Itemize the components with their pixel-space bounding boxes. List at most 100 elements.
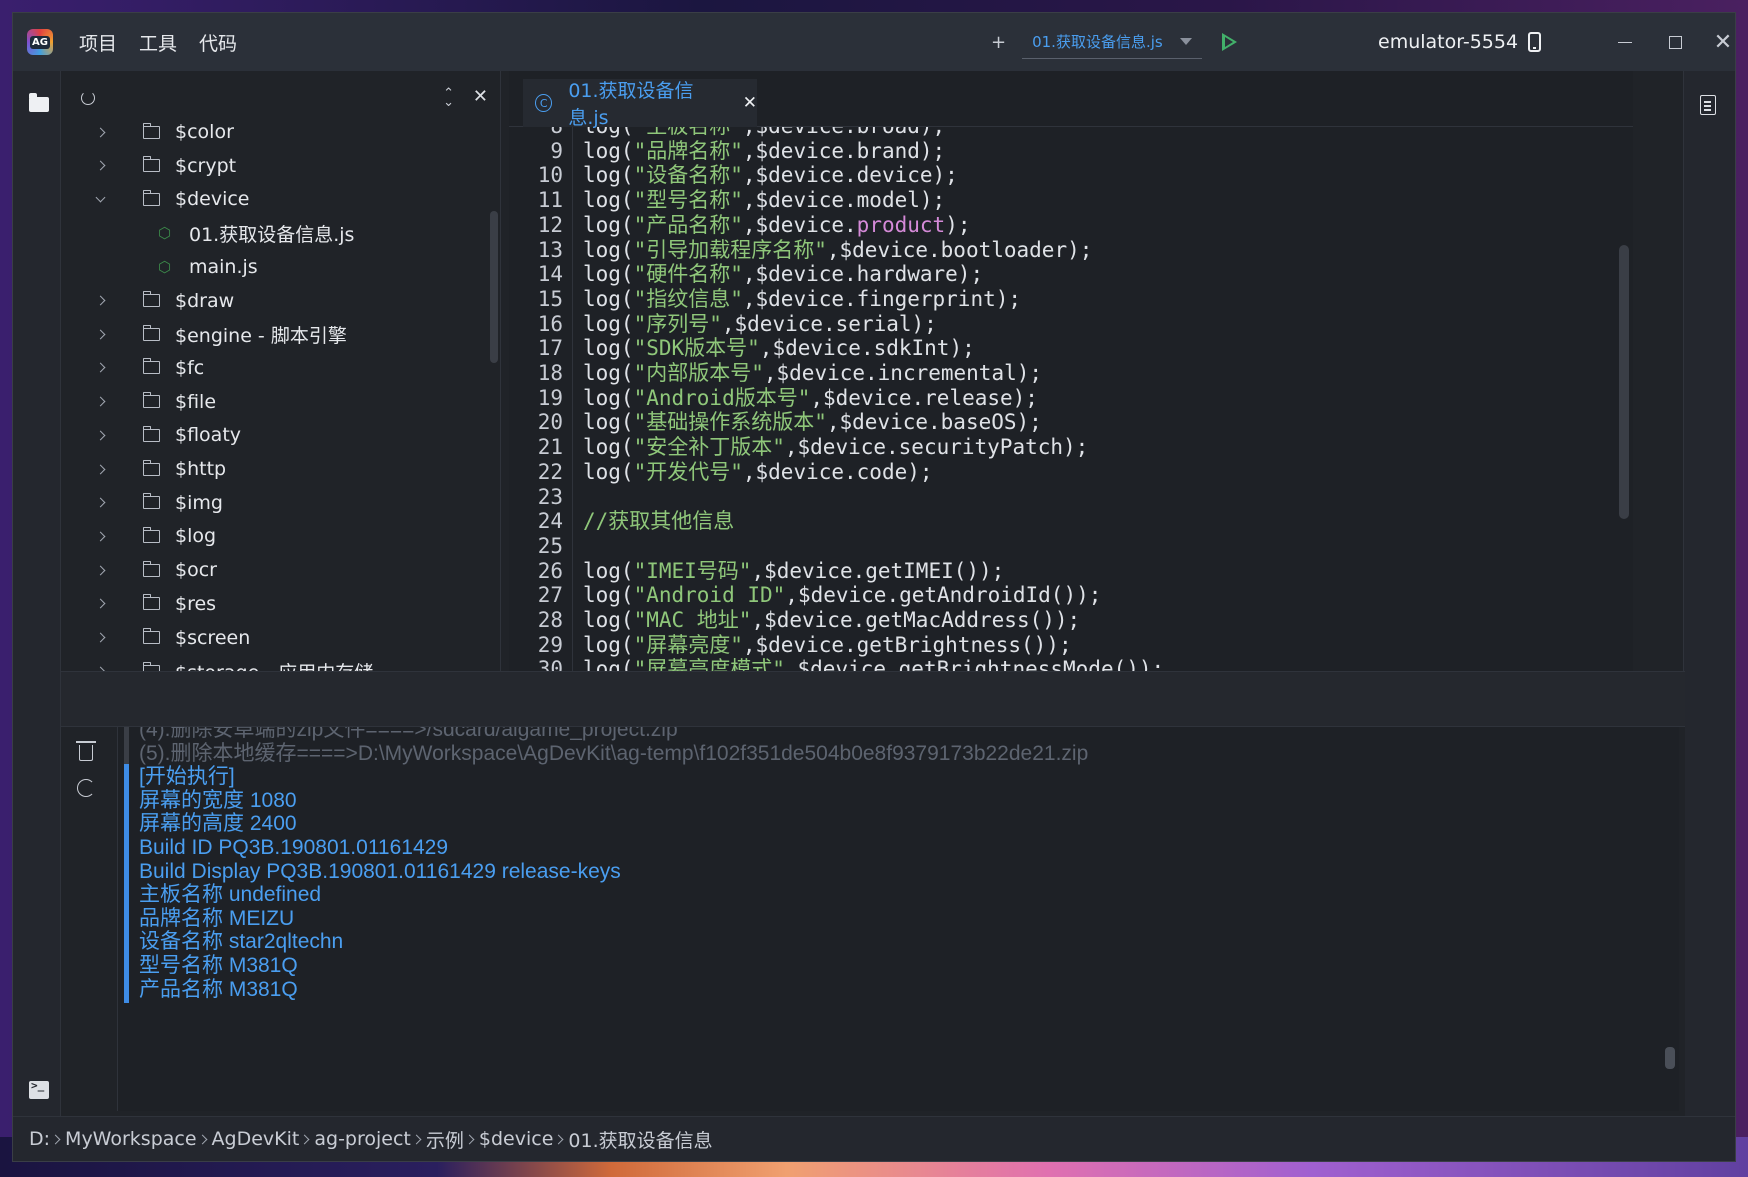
explorer-scrollbar[interactable]	[490, 211, 498, 363]
code-line: 24 //获取其他信息	[509, 508, 1609, 536]
app-logo-icon: AG	[27, 29, 53, 55]
console-scrollbar[interactable]	[1665, 1047, 1675, 1069]
line-number: 30	[537, 657, 563, 671]
chevron-right-icon[interactable]	[95, 598, 106, 609]
menu-tools[interactable]: 工具	[139, 29, 177, 56]
plus-icon[interactable]: +	[991, 32, 1006, 53]
chevron-right-icon[interactable]	[95, 362, 106, 373]
folder-row[interactable]: $log	[61, 519, 500, 553]
breadcrumb-item[interactable]: $device	[479, 1128, 554, 1150]
play-icon[interactable]	[1222, 33, 1238, 51]
breadcrumb-item[interactable]: 01.获取设备信息	[568, 1126, 712, 1153]
folder-row[interactable]: $floaty	[61, 418, 500, 452]
chevron-right-icon[interactable]	[95, 160, 106, 171]
device-selector[interactable]: emulator-5554	[1378, 13, 1542, 71]
collapse-all-icon[interactable]: ⌃ ⌄	[443, 87, 454, 109]
file-row[interactable]: ⬡ 01.获取设备信息.js	[61, 216, 500, 250]
folder-row[interactable]: $storage - 应用内存储	[61, 654, 500, 671]
log-line: 主板名称 undefined	[124, 882, 321, 909]
code-line: 12 log("产品名称",$device.product);	[509, 212, 1609, 240]
line-number: 19	[537, 385, 563, 410]
code-area[interactable]: 8log("主板名称",$device.broad);9log("品牌名称",$…	[509, 127, 1609, 671]
folder-row[interactable]: $ocr	[61, 553, 500, 587]
editor-scrollbar[interactable]	[1619, 245, 1629, 519]
code-text: //获取其他信息	[583, 508, 734, 536]
activity-bar-left	[13, 71, 61, 1118]
close-icon[interactable]: ✕	[743, 93, 757, 113]
folder-row[interactable]: $img	[61, 486, 500, 520]
chevron-right-icon[interactable]	[95, 329, 106, 340]
breadcrumb-item[interactable]: D:	[29, 1128, 50, 1150]
code-call: log(	[583, 237, 634, 262]
chevron-right-icon[interactable]	[95, 497, 106, 508]
line-number: 22	[537, 459, 563, 484]
reload-icon[interactable]	[77, 779, 95, 797]
code-line: 22 log("开发代号",$device.code);	[509, 459, 1609, 487]
menu-project[interactable]: 项目	[79, 29, 117, 56]
folder-row[interactable]: $file	[61, 385, 500, 419]
folder-row[interactable]: $fc	[61, 351, 500, 385]
breadcrumb-item[interactable]: ag-project	[314, 1128, 411, 1150]
tab-label: 01.获取设备信息.js	[568, 80, 694, 129]
chevron-right-icon[interactable]	[95, 127, 106, 137]
code-property: product	[856, 212, 946, 237]
chevron-right-icon[interactable]	[95, 464, 106, 474]
folder-row[interactable]: $color	[61, 115, 500, 149]
trash-icon[interactable]	[76, 741, 96, 761]
chevron-right-icon[interactable]	[95, 565, 106, 576]
line-number: 13	[537, 237, 563, 262]
chevron-right-icon[interactable]	[95, 295, 106, 306]
log-line: [开始执行]	[124, 764, 235, 791]
ide-window: AG 项目 工具 代码 + 01.获取设备信息.js emulator-5554…	[12, 12, 1736, 1162]
code-call: log(	[583, 311, 634, 336]
breadcrumb: D: MyWorkspace AgDevKit ag-project 示例 $device…	[13, 1116, 1735, 1161]
terminal-icon[interactable]	[29, 1079, 49, 1099]
folder-row[interactable]: $crypt	[61, 149, 500, 183]
breadcrumb-item[interactable]: AgDevKit	[212, 1128, 300, 1150]
folder-row[interactable]: $draw	[61, 284, 500, 318]
chevron-right-icon[interactable]	[95, 531, 106, 542]
chevron-right-icon[interactable]	[95, 396, 106, 407]
tab-active-file[interactable]: C 01.获取设备信息.js ✕	[523, 79, 757, 129]
log-output[interactable]: (4).删除安卓端的zip文件====>/sdcard/aigame_proje…	[117, 727, 1679, 1111]
breadcrumb-item[interactable]: MyWorkspace	[65, 1128, 197, 1150]
folder-icon[interactable]	[29, 93, 49, 112]
chevron-right-icon[interactable]	[95, 632, 106, 643]
folder-icon	[143, 526, 160, 543]
folder-icon	[143, 459, 160, 476]
editor-tab-bar: C 01.获取设备信息.js ✕	[509, 71, 1633, 129]
file-row[interactable]: ⬡ main.js	[61, 250, 500, 284]
log-line: 屏幕的高度 2400	[124, 811, 297, 838]
folder-icon	[143, 122, 160, 139]
code-args: ,$device.incremental);	[763, 361, 1043, 385]
document-icon[interactable]	[1700, 95, 1716, 115]
code-line: 11 log("型号名称",$device.model);	[509, 187, 1609, 215]
close-window-button[interactable]: ✕	[1699, 13, 1735, 71]
run-target-select[interactable]: 01.获取设备信息.js	[1022, 25, 1203, 59]
chevron-right-icon	[553, 1134, 564, 1144]
minimize-button[interactable]	[1601, 13, 1649, 71]
folder-row[interactable]: $device	[61, 182, 500, 216]
chevron-down-icon[interactable]	[95, 192, 106, 203]
folder-row[interactable]: $engine - 脚本引擎	[61, 317, 500, 351]
tree-item-label: $floaty	[175, 424, 242, 447]
folder-row[interactable]: $http	[61, 452, 500, 486]
code-args: ,$device.getBrightnessMode());	[784, 657, 1165, 671]
code-args: ,$device.sdkInt);	[759, 336, 975, 361]
tree-item-label: 01.获取设备信息.js	[189, 223, 355, 246]
folder-row[interactable]: $res	[61, 587, 500, 621]
refresh-icon[interactable]	[81, 91, 95, 105]
panel-divider[interactable]	[61, 671, 1685, 727]
menu-code[interactable]: 代码	[199, 29, 237, 56]
maximize-button[interactable]	[1651, 13, 1699, 71]
code-line: 30 log("屏幕亮度模式",$device.getBrightnessMode…	[509, 656, 1609, 671]
chevron-right-icon[interactable]	[95, 430, 106, 441]
folder-icon	[143, 358, 160, 375]
folder-row[interactable]: $screen	[61, 621, 500, 655]
close-icon[interactable]: ✕	[473, 86, 488, 107]
code-text: log("型号名称",$device.model);	[583, 187, 945, 215]
code-args: ,$device.device);	[742, 163, 958, 188]
activity-bar-right	[1683, 71, 1735, 1118]
breadcrumb-item[interactable]: 示例	[426, 1126, 464, 1153]
code-text: log("基础操作系统版本",$device.baseOS);	[583, 409, 1042, 437]
